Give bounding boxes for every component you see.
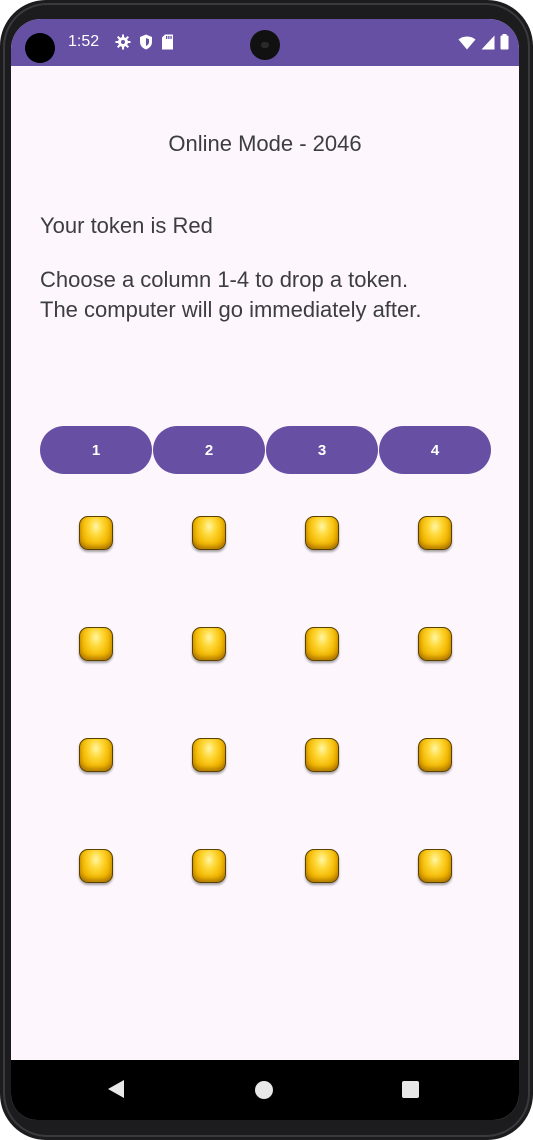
board-cell <box>153 727 266 838</box>
navigation-bar <box>11 1060 519 1120</box>
screen: 1:52 Online Mode - 2046 Your token is Re… <box>11 19 519 1120</box>
yellow-token-icon <box>192 849 226 883</box>
board-cell <box>40 616 153 727</box>
column-3-button[interactable]: 3 <box>266 426 378 474</box>
token-info-text: Your token is Red <box>40 213 213 238</box>
board-cell <box>266 727 379 838</box>
yellow-token-icon <box>79 516 113 550</box>
yellow-token-icon <box>418 627 452 661</box>
board-cell <box>40 505 153 616</box>
game-board <box>40 505 492 949</box>
status-time: 1:52 <box>68 33 100 50</box>
battery-icon <box>500 34 509 55</box>
gear-icon <box>115 34 131 55</box>
board-cell <box>266 616 379 727</box>
board-cell <box>266 838 379 949</box>
shield-icon <box>139 34 153 55</box>
sd-card-icon <box>161 34 174 55</box>
status-icons-right <box>458 34 509 55</box>
yellow-token-icon <box>192 516 226 550</box>
board-cell <box>266 505 379 616</box>
yellow-token-icon <box>305 849 339 883</box>
status-icons-left <box>115 34 174 55</box>
column-4-button[interactable]: 4 <box>379 426 491 474</box>
column-2-button[interactable]: 2 <box>153 426 265 474</box>
front-camera <box>25 33 55 63</box>
wifi-icon <box>458 35 476 55</box>
board-cell <box>40 838 153 949</box>
yellow-token-icon <box>192 627 226 661</box>
board-cell <box>379 727 492 838</box>
board-row <box>40 838 492 949</box>
page-title: Online Mode - 2046 <box>168 131 362 156</box>
board-cell <box>153 505 266 616</box>
instruction-line-2: The computer will go immediately after. <box>40 297 422 322</box>
yellow-token-icon <box>418 849 452 883</box>
yellow-token-icon <box>305 516 339 550</box>
board-cell <box>153 838 266 949</box>
board-cell <box>379 505 492 616</box>
column-1-button[interactable]: 1 <box>40 426 152 474</box>
board-cell <box>379 616 492 727</box>
yellow-token-icon <box>418 738 452 772</box>
status-bar: 1:52 <box>11 19 519 66</box>
board-row <box>40 505 492 616</box>
board-cell <box>379 838 492 949</box>
board-row <box>40 616 492 727</box>
board-row <box>40 727 492 838</box>
yellow-token-icon <box>79 849 113 883</box>
yellow-token-icon <box>79 627 113 661</box>
yellow-token-icon <box>305 627 339 661</box>
signal-icon <box>481 35 495 55</box>
yellow-token-icon <box>418 516 452 550</box>
recent-apps-icon[interactable] <box>402 1081 419 1098</box>
column-buttons: 1 2 3 4 <box>40 426 491 474</box>
instruction-line-1: Choose a column 1-4 to drop a token. <box>40 267 409 292</box>
yellow-token-icon <box>305 738 339 772</box>
board-cell <box>153 616 266 727</box>
home-icon[interactable] <box>255 1081 273 1099</box>
yellow-token-icon <box>192 738 226 772</box>
back-icon[interactable] <box>107 1079 125 1104</box>
yellow-token-icon <box>79 738 113 772</box>
center-camera <box>250 30 280 60</box>
board-cell <box>40 727 153 838</box>
device-frame: 1:52 Online Mode - 2046 Your token is Re… <box>0 0 533 1140</box>
